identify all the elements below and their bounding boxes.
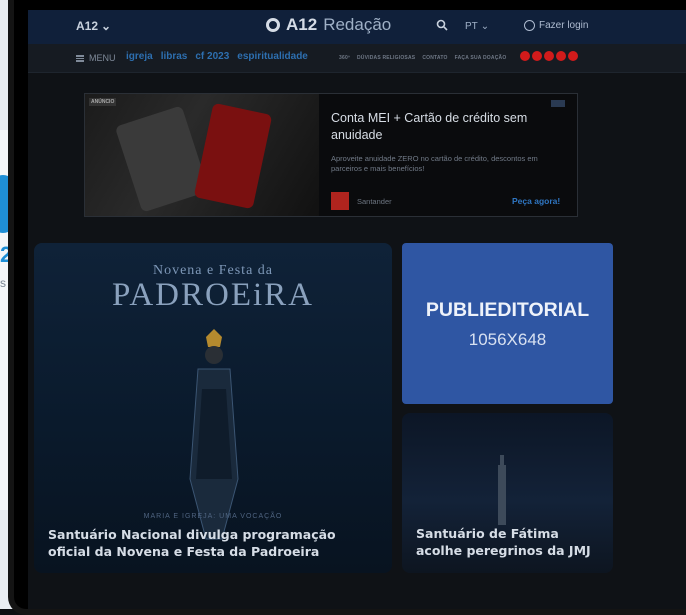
login-label: Fazer login xyxy=(539,20,589,31)
publieditorial-size: 1056X648 xyxy=(468,330,547,349)
ad-cta-button[interactable]: Peça agora! xyxy=(512,196,560,206)
nav-link-contato[interactable]: CONTATO xyxy=(422,55,447,61)
top-navigation: A12 ⌄ A12 Redação PT ⌄ Fazer login xyxy=(28,10,686,44)
user-icon xyxy=(524,20,535,31)
nav-link-duvidas[interactable]: DÚVIDAS RELIGIOSAS xyxy=(357,55,415,61)
logo-text-light: Redação xyxy=(323,15,392,34)
topic-tags: igreja libras cf 2023 espiritualidade xyxy=(126,51,308,62)
phone-image xyxy=(114,105,210,213)
adchoices-icon[interactable] xyxy=(551,100,565,107)
search-icon[interactable] xyxy=(436,19,448,31)
ad-brand: Santander xyxy=(357,197,392,206)
twitter-icon[interactable] xyxy=(544,51,554,61)
article-card[interactable]: Santuário de Fátima acolhe peregrinos da… xyxy=(402,413,613,573)
tag-link[interactable]: igreja xyxy=(126,51,153,62)
secondary-navigation: MENU igreja libras cf 2023 espiritualida… xyxy=(28,44,686,73)
hamburger-icon xyxy=(76,54,84,62)
featured-article-card[interactable]: Novena e Festa da PADROEiRA MARIA E IGRE… xyxy=(34,243,392,573)
nav-link-doacao[interactable]: FAÇA SUA DOAÇÃO xyxy=(455,55,507,61)
chevron-down-icon: ⌄ xyxy=(101,19,112,33)
credit-card-image xyxy=(193,102,273,210)
facebook-icon[interactable] xyxy=(532,51,542,61)
site-logo[interactable]: A12 Redação xyxy=(266,15,391,35)
tag-link[interactable]: cf 2023 xyxy=(195,51,229,62)
brand-menu-label: A12 xyxy=(76,19,99,33)
santander-logo-icon xyxy=(331,192,349,210)
chevron-down-icon: ⌄ xyxy=(480,21,490,32)
ad-title[interactable]: Conta MEI + Cartão de crédito sem anuida… xyxy=(331,110,546,144)
menu-button[interactable]: MENU xyxy=(76,53,116,63)
secondary-links: 360º DÚVIDAS RELIGIOSAS CONTATO FAÇA SUA… xyxy=(339,55,506,61)
language-select[interactable]: PT ⌄ xyxy=(465,21,489,32)
tag-link[interactable]: espiritualidade xyxy=(237,51,308,62)
ad-description: Aproveite anuidade ZERO no cartão de cré… xyxy=(331,154,538,173)
brand-menu[interactable]: A12 ⌄ xyxy=(76,19,111,33)
social-links xyxy=(520,51,578,61)
device-frame: A12 ⌄ A12 Redação PT ⌄ Fazer login MENU … xyxy=(8,0,686,615)
ad-badge: ANÚNCIO xyxy=(89,98,117,106)
device-screen: A12 ⌄ A12 Redação PT ⌄ Fazer login MENU … xyxy=(28,10,686,609)
publieditorial-label: PUBLIEDITORIAL xyxy=(425,299,590,321)
language-label: PT xyxy=(465,21,478,32)
publieditorial-placeholder[interactable]: PUBLIEDITORIAL 1056X648 xyxy=(402,243,613,404)
logo-mark-icon xyxy=(266,18,280,32)
tag-link[interactable]: libras xyxy=(161,51,188,62)
instagram-icon[interactable] xyxy=(556,51,566,61)
nav-link-360[interactable]: 360º xyxy=(339,55,350,61)
logo-text-bold: A12 xyxy=(286,15,318,34)
background-text-fragment: s xyxy=(0,276,6,290)
menu-label: MENU xyxy=(89,53,116,63)
ad-image: ANÚNCIO xyxy=(85,94,319,216)
login-link[interactable]: Fazer login xyxy=(524,20,588,31)
advertisement[interactable]: ANÚNCIO Conta MEI + Cartão de crédito se… xyxy=(84,93,578,217)
pinterest-icon[interactable] xyxy=(568,51,578,61)
hero-heading: PADROEiRA xyxy=(112,277,314,313)
hero-subline: MARIA E IGREJA: UMA VOCAÇÃO xyxy=(143,513,283,520)
youtube-icon[interactable] xyxy=(520,51,530,61)
featured-article-title[interactable]: Santuário Nacional divulga programação o… xyxy=(48,526,378,560)
church-tower-image xyxy=(498,455,506,525)
article-title[interactable]: Santuário de Fátima acolhe peregrinos da… xyxy=(416,525,606,559)
